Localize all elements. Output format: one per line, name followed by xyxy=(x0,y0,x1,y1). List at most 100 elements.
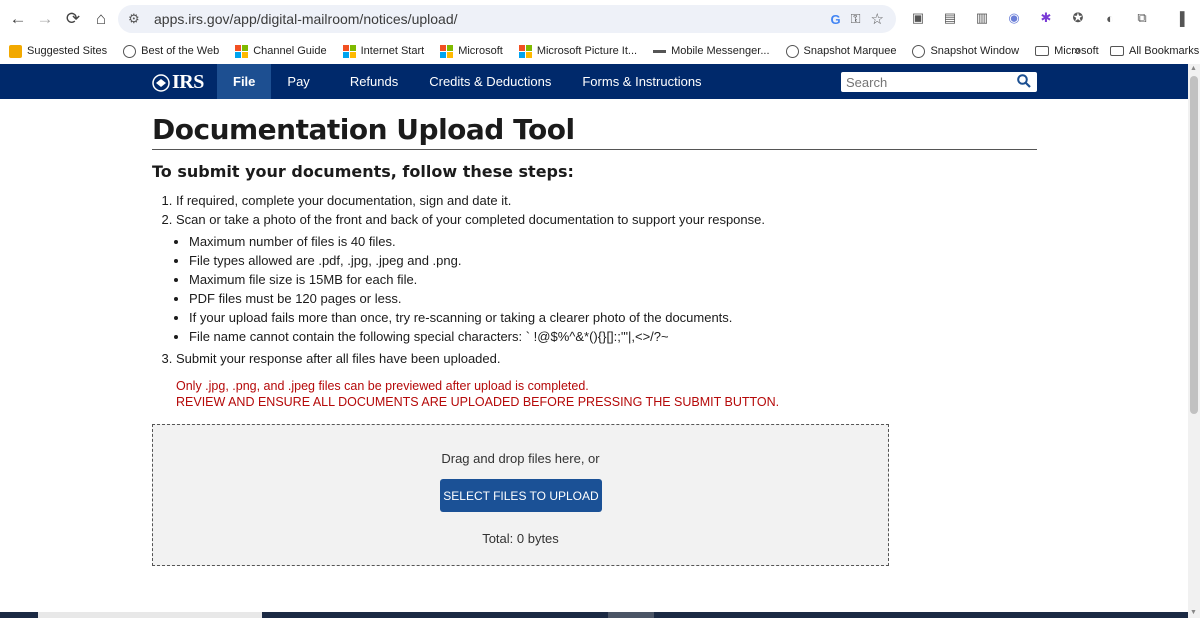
bookmark-internet-start[interactable]: Internet Start xyxy=(335,44,433,58)
extension-icon-7[interactable]: ◐ xyxy=(1098,6,1122,30)
scrollbar-thumb[interactable] xyxy=(1190,76,1198,414)
bookmark-label: Snapshot Marquee xyxy=(803,45,897,57)
url-text: apps.irs.gov/app/digital-mailroom/notice… xyxy=(154,11,458,27)
back-button[interactable]: ← xyxy=(4,5,32,33)
nav-refunds[interactable]: Refunds xyxy=(326,64,414,99)
nav-label: Pay xyxy=(287,74,310,89)
nav-label: File xyxy=(233,74,256,89)
steps-list: If required, complete your documentation… xyxy=(152,191,1037,368)
irs-header: IRS File Pay Refunds Credits & Deduction… xyxy=(0,64,1188,99)
bookmark-label: Microsoft xyxy=(458,45,503,57)
globe-icon xyxy=(785,44,799,58)
bookmarks-bar: Suggested Sites Best of the Web Channel … xyxy=(0,38,1200,64)
globe-icon xyxy=(912,44,926,58)
nav-forms-instructions[interactable]: Forms & Instructions xyxy=(567,64,717,99)
irs-search xyxy=(841,72,1037,92)
microsoft-icon xyxy=(235,44,249,58)
bookmark-best-of-web[interactable]: Best of the Web xyxy=(115,44,227,58)
page-scrollbar[interactable]: ▲ ▼ xyxy=(1188,64,1200,618)
review-warning: REVIEW AND ENSURE ALL DOCUMENTS ARE UPLO… xyxy=(176,395,780,409)
site-info-icon[interactable]: ⚙ xyxy=(128,11,144,27)
step-text: Scan or take a photo of the front and ba… xyxy=(176,212,765,227)
bookmark-label: Internet Start xyxy=(360,45,425,57)
address-bar[interactable]: ⚙ apps.irs.gov/app/digital-mailroom/noti… xyxy=(118,5,896,33)
forward-button[interactable]: → xyxy=(31,5,59,33)
page-footer xyxy=(0,612,1188,618)
overflow-chevron-icon: » xyxy=(1074,45,1081,57)
requirement-item: File types allowed are .pdf, .jpg, .jpeg… xyxy=(189,251,1037,270)
file-dropzone[interactable]: Drag and drop files here, or SELECT FILE… xyxy=(152,424,889,566)
globe-icon xyxy=(123,44,137,58)
scroll-up-icon[interactable]: ▲ xyxy=(1190,65,1197,72)
select-files-button[interactable]: SELECT FILES TO UPLOAD xyxy=(440,479,602,512)
requirements-list: Maximum number of files is 40 files. Fil… xyxy=(189,232,1037,346)
page-title: Documentation Upload Tool xyxy=(152,113,575,146)
nav-pay[interactable]: Pay xyxy=(271,64,325,99)
bookmark-label: Channel Guide xyxy=(253,45,327,57)
bookmark-snapshot-marquee[interactable]: Snapshot Marquee xyxy=(778,44,905,58)
folder-icon xyxy=(1035,46,1050,56)
bookmark-microsoft-picture-it[interactable]: Microsoft Picture It... xyxy=(511,44,645,58)
google-lens-icon[interactable]: G xyxy=(831,12,841,27)
irs-eagle-icon xyxy=(152,73,170,92)
microsoft-icon xyxy=(518,44,532,58)
extension-icon-3[interactable]: ▥ xyxy=(970,6,994,30)
bookmark-microsoft[interactable]: Microsoft xyxy=(432,44,511,58)
bookmark-label: Microsoft Picture It... xyxy=(536,45,638,57)
main-content: Documentation Upload Tool To submit your… xyxy=(152,110,1037,410)
bookmark-label: Best of the Web xyxy=(141,45,220,57)
footer-block xyxy=(608,612,654,618)
bookmark-label: Snapshot Window xyxy=(930,45,1020,57)
microsoft-icon xyxy=(440,44,454,58)
requirement-item: Maximum file size is 15MB for each file. xyxy=(189,270,1037,289)
irs-main-nav: File Pay Refunds Credits & Deductions Fo… xyxy=(217,64,718,99)
bookmark-suggested-sites[interactable]: Suggested Sites xyxy=(0,44,115,58)
bing-icon xyxy=(9,44,22,58)
extension-icon-4[interactable]: ◉ xyxy=(1002,6,1026,30)
bookmark-snapshot-window[interactable]: Snapshot Window xyxy=(904,44,1027,58)
all-bookmarks-label: All Bookmarks xyxy=(1129,45,1200,57)
bookmark-star-icon[interactable]: ☆ xyxy=(871,10,884,28)
nav-credits-deductions[interactable]: Credits & Deductions xyxy=(414,64,567,99)
requirement-item: PDF files must be 120 pages or less. xyxy=(189,289,1037,308)
extension-icon-6[interactable]: ✪ xyxy=(1066,6,1090,30)
nav-label: Credits & Deductions xyxy=(429,74,552,89)
home-button[interactable]: ⌂ xyxy=(87,5,115,33)
nav-file[interactable]: File xyxy=(217,64,272,99)
scroll-down-icon[interactable]: ▼ xyxy=(1190,609,1197,616)
browser-toolbar: ← → ⟳ ⌂ ⚙ apps.irs.gov/app/digital-mailr… xyxy=(0,0,1200,38)
requirement-item: File name cannot contain the following s… xyxy=(189,327,1037,346)
extension-icon-1[interactable]: ▣ xyxy=(906,6,930,30)
bookmarks-overflow-button[interactable]: » xyxy=(1066,45,1088,57)
requirement-item: If your upload fails more than once, try… xyxy=(189,308,1037,327)
side-panel-icon[interactable]: ▐ xyxy=(1168,6,1192,30)
reload-button[interactable]: ⟳ xyxy=(59,5,87,33)
all-bookmarks-button[interactable]: All Bookmarks xyxy=(1102,45,1200,57)
step-item: Submit your response after all files hav… xyxy=(176,349,1037,368)
step-text: Submit your response after all files hav… xyxy=(176,351,501,366)
microsoft-icon xyxy=(342,44,356,58)
bookmark-channel-guide[interactable]: Channel Guide xyxy=(227,44,334,58)
dropzone-prompt: Drag and drop files here, or xyxy=(441,451,600,466)
extensions-puzzle-icon[interactable]: ⧉ xyxy=(1130,6,1154,30)
instructions-heading: To submit your documents, follow these s… xyxy=(152,162,574,181)
password-key-icon[interactable]: ⚿ xyxy=(851,11,861,27)
upload-notice: Only .jpg, .png, and .jpeg files can be … xyxy=(176,378,1037,410)
messenger-icon xyxy=(653,49,667,53)
bookmark-label: Suggested Sites xyxy=(27,45,108,57)
step-item: Scan or take a photo of the front and ba… xyxy=(176,210,1037,346)
nav-label: Refunds xyxy=(349,74,399,89)
total-size: Total: 0 bytes xyxy=(482,531,559,546)
bookmark-mobile-messenger[interactable]: Mobile Messenger... xyxy=(645,45,777,57)
extension-icon-2[interactable]: ▤ xyxy=(938,6,962,30)
step-text: If required, complete your documentation… xyxy=(176,193,512,208)
irs-logo[interactable]: IRS xyxy=(152,71,204,94)
search-icon[interactable] xyxy=(1017,74,1031,88)
folder-icon xyxy=(1110,46,1124,56)
nav-label: Forms & Instructions xyxy=(582,74,702,89)
preview-notice: Only .jpg, .png, and .jpeg files can be … xyxy=(176,379,589,393)
footer-block xyxy=(38,612,262,618)
requirement-item: Maximum number of files is 40 files. xyxy=(189,232,1037,251)
extension-icon-5[interactable]: ✱ xyxy=(1034,6,1058,30)
search-input[interactable] xyxy=(846,73,1016,91)
